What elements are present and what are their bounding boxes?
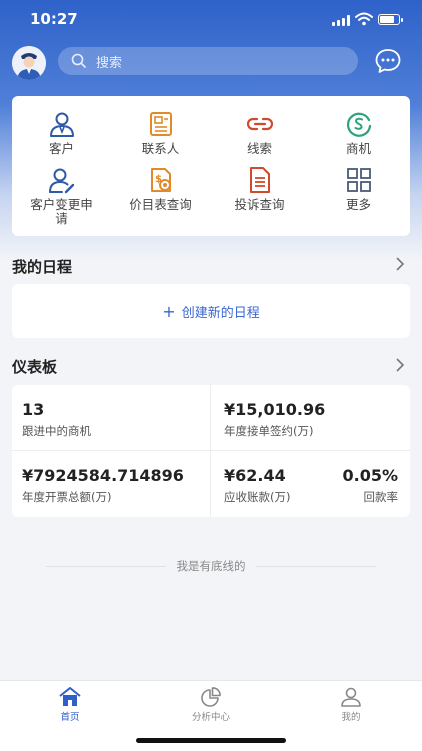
receivable-label: 应收账款(万) bbox=[224, 490, 291, 504]
divider bbox=[210, 385, 211, 517]
chevron-right-icon[interactable] bbox=[394, 256, 406, 272]
opportunities-label: 跟进中的商机 bbox=[22, 424, 91, 438]
customer-icon bbox=[49, 112, 74, 137]
schedule-title: 我的日程 bbox=[12, 258, 73, 276]
tab-home[interactable]: 首页 bbox=[30, 687, 110, 723]
document-icon bbox=[249, 167, 270, 193]
menu-label: 联系人 bbox=[141, 141, 180, 156]
chevron-right-icon[interactable] bbox=[394, 357, 406, 373]
menu-item-contact[interactable]: 联系人 bbox=[111, 110, 210, 156]
menu-label: 线索 bbox=[246, 141, 272, 156]
menu-label: 客户 bbox=[48, 141, 74, 156]
user-icon bbox=[341, 687, 361, 707]
menu-item-customer-change[interactable]: 客户变更申请 bbox=[12, 166, 111, 226]
status-bar: 10:27 bbox=[0, 0, 422, 40]
create-schedule-button[interactable]: + 创建新的日程 bbox=[12, 284, 410, 338]
tab-label: 首页 bbox=[60, 712, 80, 723]
search-icon bbox=[71, 53, 86, 68]
wifi-icon bbox=[355, 12, 373, 26]
collection-rate-value: 0.05% bbox=[342, 466, 398, 485]
message-icon[interactable] bbox=[374, 47, 402, 75]
invoice-label: 年度开票总额(万) bbox=[22, 490, 112, 504]
divider bbox=[12, 450, 410, 451]
menu-item-complaint[interactable]: 投诉查询 bbox=[210, 166, 309, 212]
menu-item-leads[interactable]: 线索 bbox=[210, 110, 309, 156]
invoice-value: ¥7924584.714896 bbox=[22, 466, 184, 485]
menu-label: 商机 bbox=[345, 141, 371, 156]
tab-analysis[interactable]: 分析中心 bbox=[171, 687, 251, 723]
contact-card-icon bbox=[149, 112, 172, 136]
collection-rate-label: 回款率 bbox=[363, 490, 399, 504]
home-icon bbox=[59, 687, 81, 706]
pie-chart-icon bbox=[201, 687, 221, 707]
plus-icon: + bbox=[162, 301, 176, 321]
menu-label: 更多 bbox=[345, 197, 371, 212]
tab-mine[interactable]: 我的 bbox=[311, 687, 391, 723]
quick-menu-card: 客户 联系人 线索 商机 客户变更申请 $ 价目表查询 投诉查询 更多 bbox=[12, 96, 410, 236]
menu-label: 客户变更申请 bbox=[30, 197, 93, 226]
contract-value: ¥15,010.96 bbox=[224, 400, 326, 419]
menu-item-opportunity[interactable]: 商机 bbox=[309, 110, 408, 156]
menu-label: 投诉查询 bbox=[234, 197, 285, 212]
opportunities-value: 13 bbox=[22, 400, 45, 419]
dashboard-title: 仪表板 bbox=[12, 358, 58, 376]
battery-icon bbox=[378, 14, 403, 25]
menu-label: 价目表查询 bbox=[129, 197, 192, 212]
search-placeholder: 搜索 bbox=[96, 55, 123, 71]
signal-icon bbox=[332, 15, 350, 26]
contract-label: 年度接单签约(万) bbox=[224, 424, 314, 438]
create-schedule-label: 创建新的日程 bbox=[181, 305, 260, 321]
status-time: 10:27 bbox=[30, 10, 78, 28]
end-of-list-text: 我是有底线的 bbox=[176, 559, 246, 573]
menu-item-customer[interactable]: 客户 bbox=[12, 110, 111, 156]
customer-edit-icon bbox=[48, 168, 74, 194]
receivable-value: ¥62.44 bbox=[224, 466, 286, 485]
tab-label: 分析中心 bbox=[191, 712, 230, 723]
menu-item-price-list[interactable]: $ 价目表查询 bbox=[111, 166, 210, 212]
grid-icon bbox=[346, 168, 371, 192]
opportunity-icon bbox=[346, 112, 371, 137]
search-input[interactable]: 搜索 bbox=[58, 47, 358, 75]
tab-label: 我的 bbox=[341, 712, 361, 723]
link-icon bbox=[246, 117, 273, 131]
price-list-icon: $ bbox=[150, 168, 171, 192]
avatar[interactable] bbox=[12, 46, 46, 80]
menu-item-more[interactable]: 更多 bbox=[309, 166, 408, 212]
home-indicator bbox=[136, 738, 286, 743]
dashboard-card: 13 跟进中的商机 ¥15,010.96 年度接单签约(万) ¥7924584.… bbox=[12, 385, 410, 517]
